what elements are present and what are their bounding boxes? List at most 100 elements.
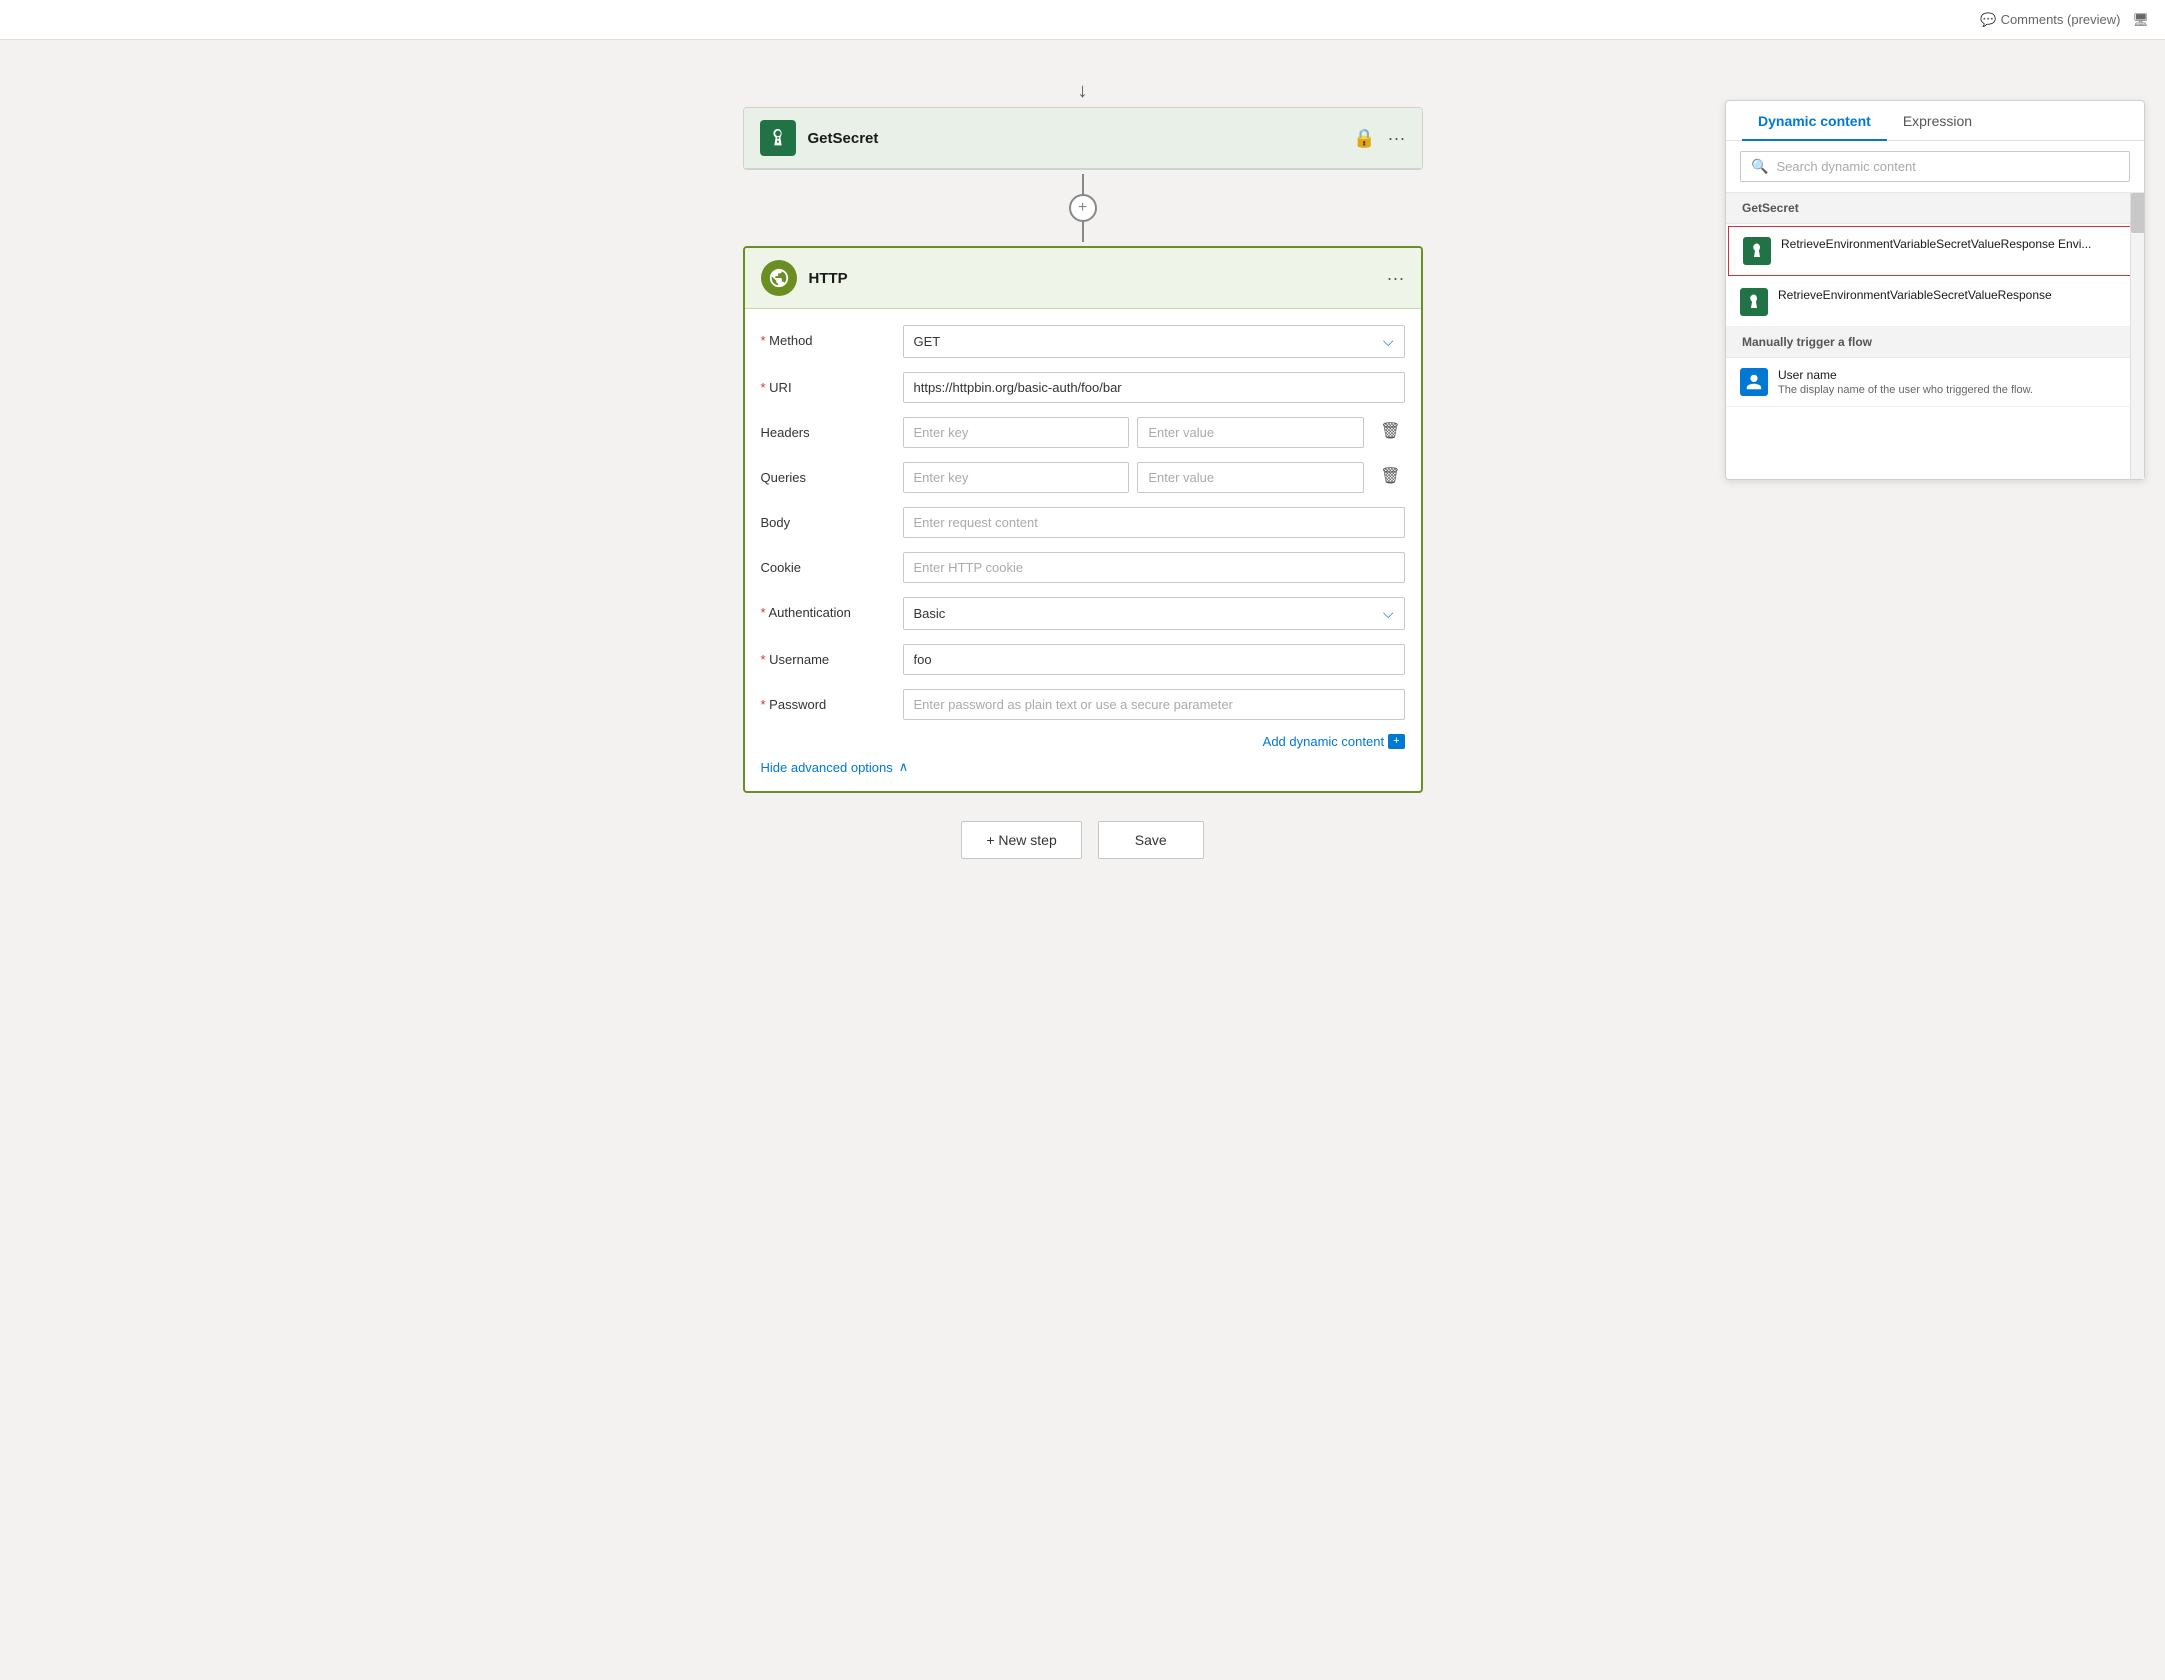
auth-chevron: ⌵ [1383,605,1394,622]
comments-preview[interactable]: 💬 Comments (preview) [1980,12,2120,28]
item2-icon [1740,288,1768,316]
queries-inputs [903,462,1365,493]
getsecret-header[interactable]: GetSecret 🔒 ··· [744,108,1422,169]
queries-key-input[interactable] [903,462,1130,493]
auth-select[interactable]: Basic ⌵ [903,597,1405,630]
http-header[interactable]: HTTP ··· [745,248,1421,309]
search-input[interactable] [1776,159,2119,174]
dynamic-item-2[interactable]: RetrieveEnvironmentVariableSecretValueRe… [1726,278,2144,327]
dynamic-badge: + [1388,734,1404,749]
comment-icon: 💬 [1980,12,1996,28]
method-row: Method GET ⌵ [761,325,1405,358]
hide-advanced-label: Hide advanced options [761,760,893,775]
add-dynamic-content[interactable]: Add dynamic content + [761,734,1405,749]
add-dynamic-label: Add dynamic content [1263,734,1384,749]
connector: + [1069,174,1097,242]
keyvault-svg [767,127,789,149]
section-manual: Manually trigger a flow [1726,327,2144,358]
password-label: Password [761,689,891,712]
item3-icon [1740,368,1768,396]
top-bar: 💬 Comments (preview) 🖥 [0,0,2165,40]
headers-row: Headers 🗑 [761,417,1405,448]
cookie-row: Cookie [761,552,1405,583]
scroll-thumb [2131,193,2144,233]
http-icon [761,260,797,296]
dynamic-content-panel: Dynamic content Expression 🔍 GetSecret [1725,100,2145,480]
headers-label: Headers [761,417,891,440]
queries-row: Queries 🗑 [761,462,1405,493]
item1-icon [1743,237,1771,265]
hide-advanced-options[interactable]: Hide advanced options ∧ [761,759,1405,775]
scroll-indicator[interactable] [2130,193,2144,479]
tab-dynamic-content[interactable]: Dynamic content [1742,101,1887,141]
http-card: HTTP ··· Method GET ⌵ URI https:// [743,246,1423,793]
lock-icon[interactable]: 🔒 [1353,128,1375,149]
headers-key-input[interactable] [903,417,1130,448]
uri-input[interactable]: https://httpbin.org/basic-auth/foo/bar [903,372,1405,403]
getsecret-title: GetSecret [808,130,1354,147]
dynamic-item-3[interactable]: User name The display name of the user w… [1726,358,2144,407]
body-row: Body [761,507,1405,538]
add-step-circle[interactable]: + [1069,194,1097,222]
item3-subtitle: The display name of the user who trigger… [1778,384,2130,396]
bottom-actions: + New step Save [961,821,1203,859]
save-button[interactable]: Save [1098,821,1204,859]
search-box: 🔍 [1740,151,2130,182]
headers-value-input[interactable] [1137,417,1364,448]
fit-screen-icon[interactable]: 🖥 [2132,12,2149,28]
http-body: Method GET ⌵ URI https://httpbin.org/bas… [745,309,1421,791]
item1-text: RetrieveEnvironmentVariableSecretValueRe… [1781,237,2127,251]
method-select[interactable]: GET ⌵ [903,325,1405,358]
body-input[interactable] [903,507,1405,538]
item2-text: RetrieveEnvironmentVariableSecretValueRe… [1778,288,2130,302]
auth-value: Basic [914,606,946,621]
cookie-label: Cookie [761,552,891,575]
new-step-button[interactable]: + New step [961,821,1081,859]
search-icon: 🔍 [1751,158,1768,175]
item2-title: RetrieveEnvironmentVariableSecretValueRe… [1778,288,2130,302]
username-label: Username [761,644,891,667]
tab-expression[interactable]: Expression [1887,101,1988,141]
http-more-icon[interactable]: ··· [1387,268,1405,289]
queries-label: Queries [761,462,891,485]
auth-label: Authentication [761,597,891,620]
item3-title: User name [1778,368,2130,382]
item3-svg [1745,373,1763,391]
password-input[interactable] [903,689,1405,720]
item1-title: RetrieveEnvironmentVariableSecretValueRe… [1781,237,2127,251]
panel-search-area: 🔍 [1726,141,2144,193]
username-input[interactable]: foo [903,644,1405,675]
getsecret-actions: 🔒 ··· [1353,128,1405,149]
method-value: GET [914,334,941,349]
http-title: HTTP [809,270,1387,287]
panel-tabs: Dynamic content Expression [1726,101,2144,141]
http-actions: ··· [1387,268,1405,289]
connector-line-bottom [1082,222,1084,242]
item3-text: User name The display name of the user w… [1778,368,2130,396]
more-icon[interactable]: ··· [1388,128,1406,149]
panel-scroll: GetSecret RetrieveEnvironmentVariableSec… [1726,193,2144,479]
body-label: Body [761,507,891,530]
item2-svg [1745,293,1763,311]
username-row: Username foo [761,644,1405,675]
main-canvas: ↓ GetSecret 🔒 ··· + [0,40,2165,1680]
item1-svg [1748,242,1766,260]
password-row: Password [761,689,1405,720]
auth-row: Authentication Basic ⌵ [761,597,1405,630]
queries-value-input[interactable] [1137,462,1364,493]
headers-delete-btn[interactable]: 🗑 [1376,417,1404,445]
connector-line-top [1082,174,1084,194]
chevron-up-icon: ∧ [899,759,909,775]
method-label: Method [761,325,891,348]
queries-delete-btn[interactable]: 🗑 [1376,462,1404,490]
method-chevron: ⌵ [1383,333,1394,350]
headers-inputs [903,417,1365,448]
dynamic-item-1[interactable]: RetrieveEnvironmentVariableSecretValueRe… [1728,226,2142,276]
section-getsecret: GetSecret [1726,193,2144,224]
comments-label: Comments (preview) [2001,12,2121,27]
uri-row: URI https://httpbin.org/basic-auth/foo/b… [761,372,1405,403]
cookie-input[interactable] [903,552,1405,583]
globe-svg [768,267,790,289]
getsecret-card: GetSecret 🔒 ··· [743,107,1423,170]
getsecret-icon [760,120,796,156]
